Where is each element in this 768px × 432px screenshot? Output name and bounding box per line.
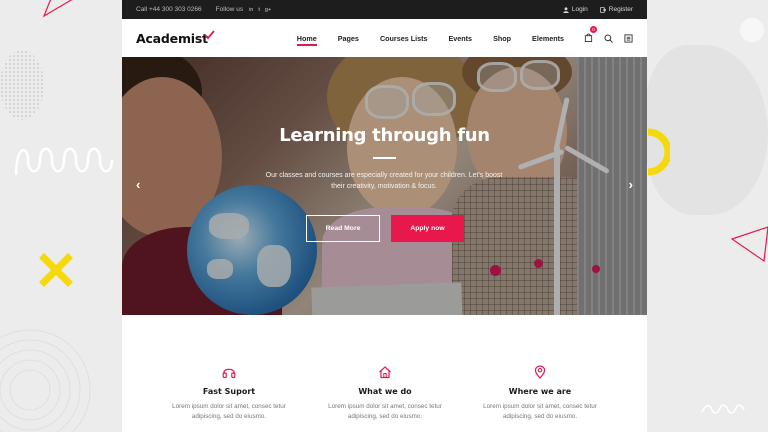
hero-description: Our classes and courses are especially c… [265, 172, 503, 190]
decorative-triangle [42, 0, 73, 18]
features-section: Fast Suport Lorem ipsum dolor sit amet, … [122, 315, 647, 432]
shopping-bag-icon [584, 33, 593, 42]
header-icons: 0 [584, 26, 633, 47]
logo-check-icon [204, 29, 215, 39]
linkedin-icon[interactable]: in [249, 7, 253, 13]
feature-card: What we do Lorem ipsum dolor sit amet, c… [315, 365, 455, 422]
menu-icon[interactable] [624, 33, 633, 43]
decorative-circle [740, 18, 764, 42]
decorative-dot-pattern [0, 50, 44, 120]
cart-button[interactable]: 0 [584, 26, 597, 47]
feature-card: Fast Suport Lorem ipsum dolor sit amet, … [159, 365, 299, 422]
feature-title: Fast Suport [202, 387, 256, 396]
nav-item-elements[interactable]: Elements [532, 34, 564, 43]
follow-label: Follow us [215, 6, 244, 13]
nav-item-courses-lists[interactable]: Courses Lists [380, 34, 428, 43]
phone-number[interactable]: Call +44 300 303 0266 [136, 6, 202, 13]
main-nav: Home Pages Courses Lists Events Shop Ele… [296, 34, 564, 46]
googleplus-icon[interactable]: g+ [265, 7, 271, 13]
login-label: Login [571, 6, 588, 13]
hero-divider [373, 157, 396, 159]
decorative-wave [701, 404, 745, 414]
read-more-button[interactable]: Read More [306, 215, 380, 242]
chevron-right-icon[interactable]: › [629, 177, 633, 192]
feature-text: Lorem ipsum dolor sit amet, consec tetur… [172, 403, 286, 420]
location-pin-icon [534, 365, 546, 379]
home-icon [379, 366, 391, 379]
decorative-wave [14, 147, 114, 176]
feature-text: Lorem ipsum dolor sit amet, consec tetur… [483, 403, 597, 420]
nav-item-pages[interactable]: Pages [338, 34, 359, 43]
top-bar: Call +44 300 303 0266 Follow us in t g+ … [122, 0, 647, 19]
hero-title: Learning through fun [279, 125, 490, 146]
decorative-triangle [730, 226, 768, 263]
headphones-icon [222, 368, 236, 379]
site-header: Academist Home Pages Courses Lists Event… [122, 19, 647, 57]
decorative-cross [39, 253, 73, 287]
user-icon [563, 6, 569, 13]
twitter-icon[interactable]: t [258, 7, 260, 13]
nav-item-shop[interactable]: Shop [493, 34, 511, 43]
apply-now-button[interactable]: Apply now [391, 215, 464, 242]
decorative-rings [0, 329, 91, 432]
hero-slider: Learning through fun Our classes and cou… [122, 57, 647, 315]
register-label: Register [608, 6, 633, 13]
feature-title: Where we are [508, 387, 572, 396]
login-link[interactable]: Login [563, 6, 588, 13]
register-icon [600, 6, 606, 13]
logo[interactable]: Academist [136, 29, 215, 46]
nav-item-home[interactable]: Home [296, 34, 317, 46]
website-page: Call +44 300 303 0266 Follow us in t g+ … [122, 0, 647, 432]
logo-text: Academist [136, 30, 208, 46]
feature-card: Where we are Lorem ipsum dolor sit amet,… [470, 365, 610, 422]
cart-count-badge: 0 [590, 26, 597, 33]
chevron-left-icon[interactable]: ‹ [136, 177, 140, 192]
register-link[interactable]: Register [600, 6, 633, 13]
nav-item-events[interactable]: Events [448, 34, 472, 43]
feature-text: Lorem ipsum dolor sit amet, consec tetur… [328, 403, 442, 420]
feature-title: What we do [358, 387, 412, 396]
social-links: in t g+ [249, 7, 271, 13]
search-icon[interactable] [604, 33, 613, 43]
